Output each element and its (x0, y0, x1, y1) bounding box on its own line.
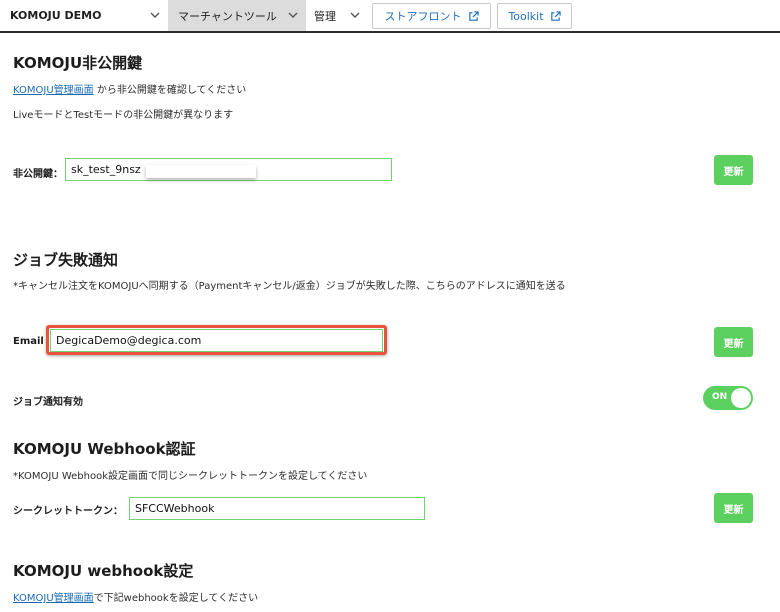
store-select[interactable]: KOMOJU DEMO (0, 0, 168, 31)
job-notify-toggle[interactable]: ON (703, 386, 753, 410)
private-key-desc-text: から非公開鍵を確認してください (93, 85, 247, 96)
tab-admin[interactable]: 管理 (306, 0, 368, 31)
job-notify-desc: *キャンセル注文をKOMOJUへ同期する（Paymentキャンセル/返金）ジョブ… (13, 281, 566, 292)
chevron-down-icon (288, 12, 298, 18)
chevron-down-icon (350, 12, 360, 18)
email-label: Email (13, 336, 44, 347)
job-notify-heading: ジョブ失敗通知 (13, 251, 119, 269)
private-key-update-button[interactable]: 更新 (714, 155, 753, 185)
private-key-note: LiveモードとTestモードの非公開鍵が異なります (13, 110, 234, 121)
private-key-desc: KOMOJU管理画面 から非公開鍵を確認してください (13, 81, 246, 96)
secret-token-value: SFCCWebhook (135, 502, 215, 515)
storefront-button-label: ストアフロント (384, 10, 462, 23)
secret-token-input[interactable]: SFCCWebhook (129, 497, 425, 520)
toolkit-button[interactable]: Toolkit (497, 3, 572, 29)
webhook-settings-desc-text: で下記webhookを設定してください (93, 593, 259, 604)
webhook-auth-desc: *KOMOJU Webhook設定画面で同じシークレットトークンを設定してくださ… (13, 471, 368, 482)
webhook-settings-desc: KOMOJU管理画面で下記webhookを設定してください (13, 589, 258, 604)
toolkit-button-label: Toolkit (508, 9, 544, 23)
job-notify-enabled-label: ジョブ通知有効 (13, 397, 83, 408)
toggle-on-label: ON (712, 392, 728, 402)
email-highlight-box (46, 325, 387, 355)
external-link-icon (468, 10, 479, 21)
toggle-knob (731, 388, 751, 408)
secret-token-label: シークレットトークン： (13, 506, 123, 517)
komoju-admin-link[interactable]: KOMOJU管理画面 (13, 593, 94, 604)
tab-admin-label: 管理 (314, 9, 336, 23)
external-link-icon (550, 10, 561, 21)
private-key-label: 非公開鍵： (13, 169, 63, 180)
top-nav-bar: KOMOJU DEMO マーチャントツール 管理 ストアフロント Toolkit (0, 0, 780, 33)
tab-merchant-tools-label: マーチャントツール (178, 9, 277, 23)
redaction-mask (146, 165, 256, 178)
tab-merchant-tools[interactable]: マーチャントツール (168, 0, 306, 31)
webhook-settings-heading: KOMOJU webhook設定 (13, 562, 194, 580)
private-key-value: sk_test_9nsz (71, 163, 141, 176)
store-select-label: KOMOJU DEMO (10, 9, 102, 22)
storefront-button[interactable]: ストアフロント (372, 3, 491, 29)
webhook-auth-heading: KOMOJU Webhook認証 (13, 440, 196, 458)
secret-token-update-button[interactable]: 更新 (714, 493, 753, 523)
email-update-button[interactable]: 更新 (714, 327, 753, 357)
komoju-admin-link[interactable]: KOMOJU管理画面 (13, 85, 94, 96)
chevron-down-icon (150, 12, 160, 18)
private-key-heading: KOMOJU非公開鍵 (13, 54, 143, 72)
